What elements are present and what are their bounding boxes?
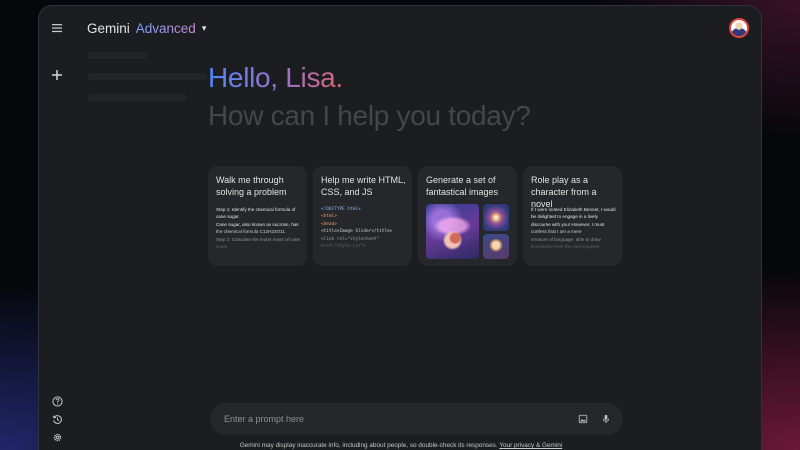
main-menu-button[interactable]	[47, 18, 67, 38]
preview-line: Step 1: Identify the chemical formula of…	[216, 207, 296, 220]
code-line: <!DOCTYPE html>	[321, 207, 361, 212]
chevron-down-icon: ▾	[201, 22, 207, 33]
preview-line: If I were indeed Elizabeth Bennet, I wou…	[531, 207, 616, 235]
greeting-title: Hello, Lisa.	[208, 62, 343, 94]
preview-line: Cane sugar, also known as sucrose, has t…	[216, 221, 299, 235]
fantasy-image-small-1	[483, 204, 509, 231]
help-button[interactable]	[47, 391, 67, 411]
privacy-link[interactable]: Your privacy & Gemini	[499, 442, 562, 449]
gear-icon	[53, 433, 61, 441]
model-switcher[interactable]: Gemini Advanced ▾	[87, 18, 206, 38]
code-line: <html>	[321, 214, 337, 220]
disclaimer: Gemini may display inaccurate info, incl…	[39, 442, 761, 449]
card-preview: If I were indeed Elizabeth Bennet, I wou…	[531, 206, 616, 255]
card-title: Generate a set of fantastical images	[426, 175, 499, 197]
menu-icon	[52, 24, 62, 33]
prompt-bar	[210, 403, 623, 435]
fantasy-image-small-2	[483, 234, 509, 259]
card-code-preview: <!DOCTYPE html> <html> <head> <title>Ima…	[321, 206, 406, 255]
preview-line: creature of language, able to draw knowl…	[531, 236, 601, 250]
help-icon	[51, 395, 63, 407]
preview-line: Step 2: Calculate the molar mass of cane…	[216, 236, 301, 250]
card-title: Walk me through solving a problem	[216, 175, 287, 197]
suggestion-cards: Walk me through solving a problem Step 1…	[208, 166, 622, 266]
prompt-input[interactable]	[224, 411, 554, 427]
suggestion-card-roleplay[interactable]: Role play as a character from a novel If…	[523, 166, 622, 266]
new-chat-button[interactable]	[47, 65, 67, 85]
greeting-subtitle: How can I help you today?	[208, 100, 531, 131]
brand-tier: Advanced	[135, 20, 196, 36]
card-title: Role play as a character from a novel	[531, 175, 597, 209]
plus-icon	[52, 70, 62, 80]
side-rail	[39, 6, 75, 450]
suggestion-card-problem[interactable]: Walk me through solving a problem Step 1…	[208, 166, 307, 266]
suggestion-card-images[interactable]: Generate a set of fantastical images	[418, 166, 517, 266]
app-window: Gemini Advanced ▾ Hello, Lisa. How can I…	[38, 5, 762, 450]
code-line: <title>Image Slider</title>	[321, 229, 393, 235]
fantasy-image-main	[426, 204, 479, 259]
code-line: href="style.css">	[321, 244, 366, 250]
suggestion-card-code[interactable]: Help me write HTML, CSS, and JS <!DOCTYP…	[313, 166, 412, 266]
image-upload-button[interactable]	[576, 412, 590, 426]
brand-name: Gemini	[87, 20, 130, 36]
card-preview: Step 1: Identify the chemical formula of…	[216, 206, 301, 255]
disclaimer-text: Gemini may display inaccurate info, incl…	[239, 442, 498, 449]
avatar[interactable]	[729, 18, 749, 38]
activity-button[interactable]	[47, 409, 67, 429]
history-icon	[52, 414, 62, 424]
greeting-hello: Hello, Lisa.	[208, 62, 343, 93]
mic-button[interactable]	[599, 412, 613, 426]
card-title: Help me write HTML, CSS, and JS	[321, 175, 406, 197]
image-icon	[578, 414, 588, 424]
faded-menu-overlay	[87, 46, 217, 115]
code-line: <head>	[321, 221, 337, 227]
mic-icon	[602, 414, 610, 423]
code-line: <link rel="stylesheet"	[321, 236, 380, 242]
